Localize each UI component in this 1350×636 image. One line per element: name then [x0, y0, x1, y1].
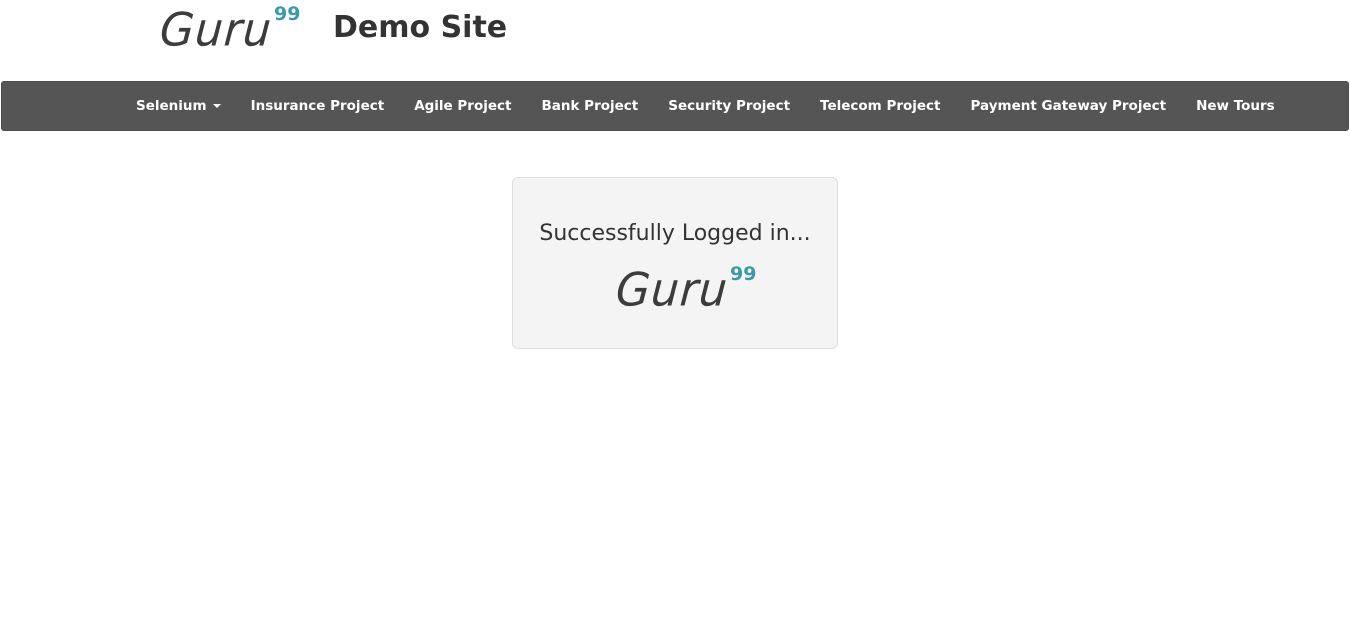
login-success-message: Successfully Logged in...: [539, 221, 811, 246]
nav-item-agile-project[interactable]: Agile Project: [399, 82, 526, 130]
nav-item-label: Telecom Project: [820, 98, 941, 114]
nav-item-label: Insurance Project: [250, 98, 385, 114]
logo-word: Guru: [614, 263, 730, 318]
nav-item-selenium[interactable]: Selenium: [121, 82, 236, 130]
nav-item-label: Payment Gateway Project: [970, 98, 1167, 114]
main-navbar: Selenium Insurance Project Agile Project…: [1, 81, 1349, 131]
guru99-logo[interactable]: Guru 99: [158, 2, 301, 62]
logo-superscript: 99: [273, 3, 301, 25]
nav-item-new-tours[interactable]: New Tours: [1181, 82, 1290, 130]
nav-item-label: Agile Project: [414, 98, 512, 114]
login-success-box: Successfully Logged in... Guru 99: [512, 177, 838, 349]
logo-superscript: 99: [729, 263, 757, 285]
nav-item-insurance-project[interactable]: Insurance Project: [236, 82, 400, 130]
nav-item-bank-project[interactable]: Bank Project: [526, 82, 653, 130]
guru99-box-logo: Guru 99: [614, 262, 757, 320]
nav-item-label: Security Project: [668, 98, 791, 114]
nav-item-telecom-project[interactable]: Telecom Project: [805, 82, 955, 130]
site-title: Demo Site: [333, 10, 508, 45]
caret-down-icon: [212, 104, 221, 108]
nav-item-label: Selenium: [136, 98, 207, 114]
nav-item-label: New Tours: [1196, 98, 1275, 114]
nav-item-payment-gateway-project[interactable]: Payment Gateway Project: [956, 82, 1182, 130]
nav-item-security-project[interactable]: Security Project: [653, 82, 805, 130]
logo-word: Guru: [158, 3, 274, 58]
nav-item-label: Bank Project: [541, 98, 639, 114]
site-header: Guru 99 Demo Site: [0, 0, 1350, 81]
nav-list: Selenium Insurance Project Agile Project…: [121, 82, 1290, 130]
